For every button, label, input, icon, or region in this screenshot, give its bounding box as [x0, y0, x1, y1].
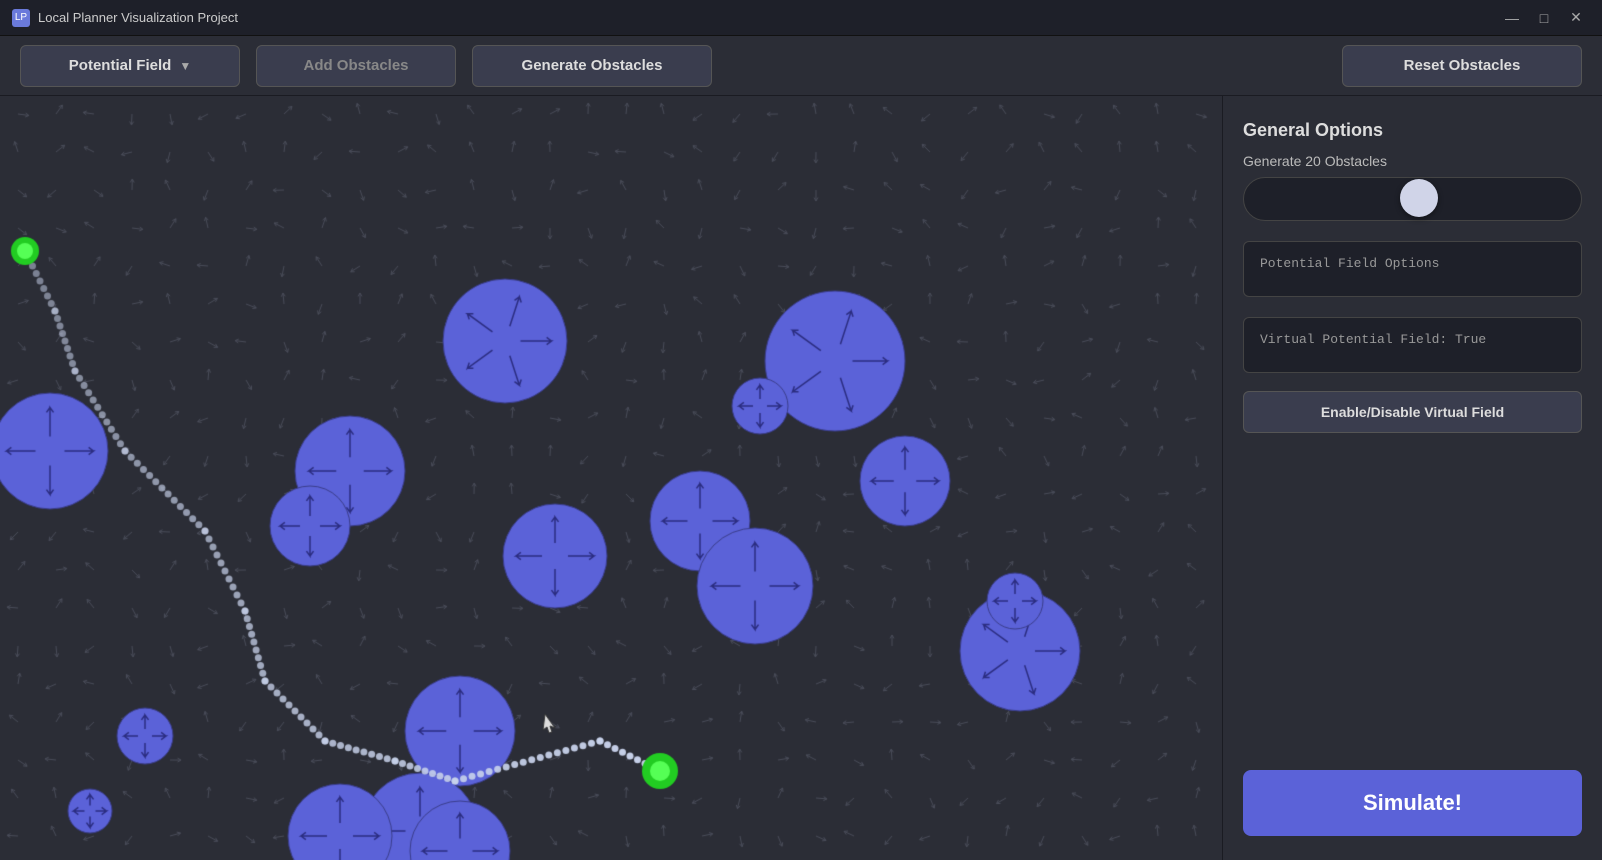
potential-field-options-box: Potential Field Options: [1243, 241, 1582, 297]
toggle-knob: [1400, 179, 1438, 217]
spacer: [1243, 453, 1582, 750]
titlebar: LP Local Planner Visualization Project —…: [0, 0, 1602, 36]
add-obstacles-button[interactable]: Add Obstacles: [256, 45, 456, 87]
window-title: Local Planner Visualization Project: [38, 10, 238, 25]
simulation-canvas[interactable]: [0, 96, 1222, 860]
titlebar-left: LP Local Planner Visualization Project: [12, 9, 238, 27]
generate-obstacles-toggle[interactable]: [1243, 177, 1582, 221]
canvas-area[interactable]: [0, 96, 1222, 860]
general-options-section: General Options Generate 20 Obstacles: [1243, 120, 1582, 221]
simulate-button[interactable]: Simulate!: [1243, 770, 1582, 836]
virtual-field-section: Virtual Potential Field: True Enable/Dis…: [1243, 317, 1582, 433]
app-icon: LP: [12, 9, 30, 27]
generate-obstacles-button[interactable]: Generate Obstacles: [472, 45, 712, 87]
simulate-label: Simulate!: [1363, 790, 1462, 815]
reset-obstacles-button[interactable]: Reset Obstacles: [1342, 45, 1582, 87]
dropdown-label: Potential Field: [69, 57, 172, 74]
potential-field-options-text: Potential Field Options: [1260, 256, 1439, 271]
enable-disable-virtual-field-button[interactable]: Enable/Disable Virtual Field: [1243, 391, 1582, 433]
toolbar: Potential Field ▼ Add Obstacles Generate…: [0, 36, 1602, 96]
potential-field-dropdown[interactable]: Potential Field ▼: [20, 45, 240, 87]
enable-disable-label: Enable/Disable Virtual Field: [1321, 404, 1504, 420]
potential-field-options-section: Potential Field Options: [1243, 241, 1582, 297]
chevron-down-icon: ▼: [179, 59, 191, 73]
sidebar: General Options Generate 20 Obstacles Po…: [1222, 96, 1602, 860]
virtual-field-status: Virtual Potential Field: True: [1260, 332, 1486, 347]
maximize-button[interactable]: □: [1530, 8, 1558, 28]
minimize-button[interactable]: —: [1498, 8, 1526, 28]
virtual-field-status-box: Virtual Potential Field: True: [1243, 317, 1582, 373]
general-options-title: General Options: [1243, 120, 1582, 141]
close-button[interactable]: ✕: [1562, 8, 1590, 28]
generate-obstacles-label: Generate Obstacles: [522, 57, 663, 74]
generate-label: Generate 20 Obstacles: [1243, 153, 1582, 169]
reset-obstacles-label: Reset Obstacles: [1404, 57, 1521, 74]
add-obstacles-label: Add Obstacles: [303, 57, 408, 74]
main-area: General Options Generate 20 Obstacles Po…: [0, 96, 1602, 860]
titlebar-controls: — □ ✕: [1498, 8, 1590, 28]
